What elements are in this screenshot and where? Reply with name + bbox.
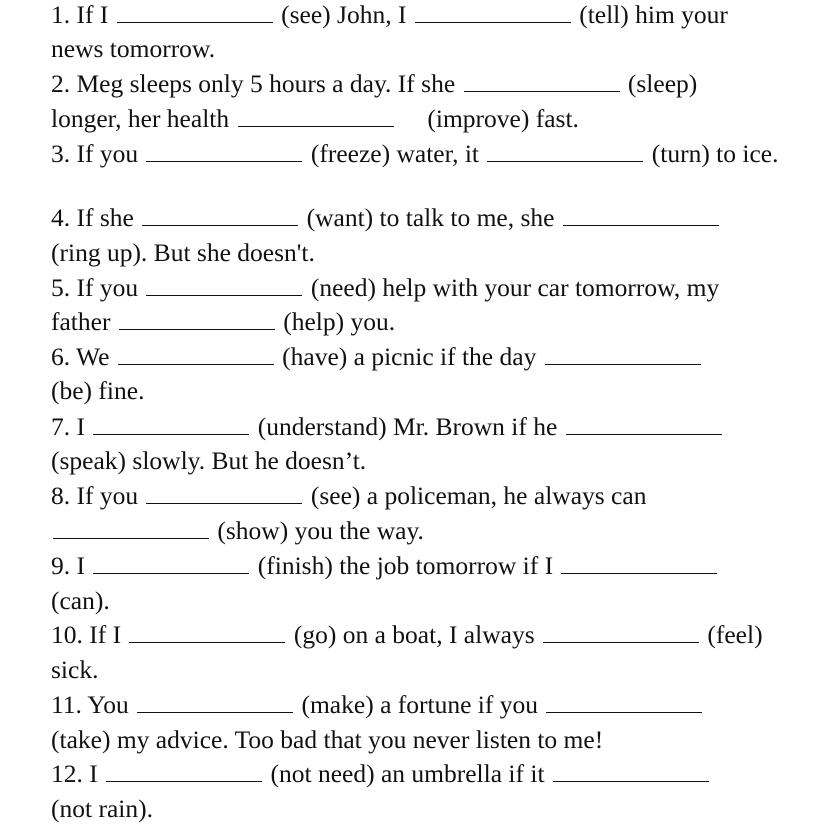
exercise-number: 12. xyxy=(51,759,90,788)
exercise-1-line-2: news tomorrow. xyxy=(51,34,215,64)
exercise-8-line-1: 8. If you (see) a policeman, he always c… xyxy=(51,481,646,511)
exercise-4-line-1: 4. If she (want) to talk to me, she xyxy=(51,203,721,233)
answer-blank[interactable] xyxy=(146,141,303,162)
exercise-text: longer, her health xyxy=(51,104,236,133)
answer-blank[interactable] xyxy=(237,106,394,127)
exercise-12-line-2: (not rain). xyxy=(51,794,153,824)
answer-blank[interactable] xyxy=(146,483,303,504)
answer-blank[interactable] xyxy=(146,275,303,296)
exercise-number: 3. xyxy=(51,139,77,168)
exercise-text: (be) fine. xyxy=(51,376,145,405)
exercise-number: 6. xyxy=(51,342,77,371)
exercise-text: If you xyxy=(76,273,145,302)
exercise-text: (freeze) water, it xyxy=(304,139,486,168)
exercise-text: We xyxy=(76,342,116,371)
exercise-text: news tomorrow. xyxy=(51,34,216,63)
exercise-text: You xyxy=(87,690,136,719)
exercise-text: (have) a picnic if the day xyxy=(275,342,543,371)
exercise-number: 7. xyxy=(51,412,77,441)
exercise-text: (help) you. xyxy=(276,307,396,336)
exercise-text: (feel) xyxy=(701,620,763,649)
exercise-text: If you xyxy=(76,481,145,510)
exercise-6-line-2: (be) fine. xyxy=(51,376,144,406)
answer-blank[interactable] xyxy=(543,622,699,643)
exercise-text: (improve) fast. xyxy=(395,104,579,133)
exercise-6-line-1: 6. We (have) a picnic if the day xyxy=(51,342,703,372)
answer-blank[interactable] xyxy=(129,622,286,643)
exercise-text: I xyxy=(89,759,105,788)
answer-blank[interactable] xyxy=(565,414,722,435)
exercise-9-line-2: (can). xyxy=(51,586,110,616)
exercise-number: 4. xyxy=(51,203,77,232)
answer-blank[interactable] xyxy=(106,761,263,782)
answer-blank[interactable] xyxy=(487,141,644,162)
exercise-text: (take) my advice. Too bad that you never… xyxy=(51,725,604,754)
exercise-text: (show) you the way. xyxy=(211,516,424,545)
exercise-2-line-1: 2. Meg sleeps only 5 hours a day. If she… xyxy=(51,69,697,99)
answer-blank[interactable] xyxy=(544,344,701,365)
exercise-number: 1. xyxy=(51,0,77,29)
exercise-11-line-1: 11. You (make) a fortune if you xyxy=(51,690,704,720)
exercise-text: (ring up). But she doesn't. xyxy=(51,238,315,267)
exercise-text: I xyxy=(76,551,92,580)
exercise-10-line-2: sick. xyxy=(51,655,98,685)
exercise-3-line-1: 3. If you (freeze) water, it (turn) to i… xyxy=(51,139,779,169)
answer-blank[interactable] xyxy=(562,205,719,226)
exercise-text: If she xyxy=(76,203,141,232)
exercise-text: (turn) to ice. xyxy=(645,139,779,168)
exercise-text: (speak) slowly. But he doesn’t. xyxy=(51,446,367,475)
exercise-text: (not need) an umbrella if it xyxy=(264,759,551,788)
answer-blank[interactable] xyxy=(463,71,620,92)
answer-blank[interactable] xyxy=(93,553,250,574)
answer-blank[interactable] xyxy=(561,553,718,574)
exercise-text: (see) John, I xyxy=(274,0,413,29)
exercise-9-line-1: 9. I (finish) the job tomorrow if I xyxy=(51,551,719,581)
answer-blank[interactable] xyxy=(552,761,709,782)
exercise-text: Meg sleeps only 5 hours a day. If she xyxy=(76,69,462,98)
exercise-text: I xyxy=(76,412,92,441)
answer-blank[interactable] xyxy=(118,309,275,330)
exercise-2-line-2: longer, her health (improve) fast. xyxy=(51,104,579,134)
exercise-7-line-2: (speak) slowly. But he doesn’t. xyxy=(51,446,366,476)
exercise-text: If I xyxy=(89,620,128,649)
answer-blank[interactable] xyxy=(116,2,273,23)
exercise-text: (sleep) xyxy=(621,69,698,98)
answer-blank[interactable] xyxy=(137,692,294,713)
exercise-number: 5. xyxy=(51,273,77,302)
answer-blank[interactable] xyxy=(117,344,274,365)
exercise-number: 8. xyxy=(51,481,77,510)
exercise-number: 2. xyxy=(51,69,77,98)
answer-blank[interactable] xyxy=(53,518,209,539)
exercise-11-line-2: (take) my advice. Too bad that you never… xyxy=(51,725,603,755)
exercise-1-line-1: 1. If I (see) John, I (tell) him your xyxy=(51,0,728,30)
exercise-text: sick. xyxy=(51,655,99,684)
exercise-text: (see) a policeman, he always can xyxy=(304,481,647,510)
exercise-number: 9. xyxy=(51,551,77,580)
answer-blank[interactable] xyxy=(414,2,571,23)
answer-blank[interactable] xyxy=(142,205,299,226)
exercise-number: 11. xyxy=(51,690,88,719)
answer-blank[interactable] xyxy=(93,414,250,435)
exercise-text: (understand) Mr. Brown if he xyxy=(251,412,564,441)
exercise-number: 10. xyxy=(51,620,90,649)
exercise-text: (need) help with your car tomorrow, my xyxy=(304,273,720,302)
exercise-text: If you xyxy=(76,139,145,168)
exercise-text: If I xyxy=(76,0,115,29)
exercise-4-line-2: (ring up). But she doesn't. xyxy=(51,238,315,268)
exercise-text: (make) a fortune if you xyxy=(295,690,545,719)
exercise-text: (go) on a boat, I always xyxy=(287,620,541,649)
exercise-text: (want) to talk to me, she xyxy=(300,203,561,232)
answer-blank[interactable] xyxy=(546,692,703,713)
exercise-text: father xyxy=(51,307,117,336)
exercise-5-line-2: father (help) you. xyxy=(51,307,395,337)
exercise-text: (finish) the job tomorrow if I xyxy=(251,551,560,580)
exercise-text: (not rain). xyxy=(51,794,153,823)
exercise-text: (can). xyxy=(51,586,110,615)
exercise-10-line-1: 10. If I (go) on a boat, I always (feel) xyxy=(51,620,763,650)
exercise-5-line-1: 5. If you (need) help with your car tomo… xyxy=(51,273,719,303)
exercise-7-line-1: 7. I (understand) Mr. Brown if he xyxy=(51,412,724,442)
exercise-text: (tell) him your xyxy=(572,0,728,29)
exercise-8-line-2: (show) you the way. xyxy=(51,516,424,546)
exercise-12-line-1: 12. I (not need) an umbrella if it xyxy=(51,759,711,789)
